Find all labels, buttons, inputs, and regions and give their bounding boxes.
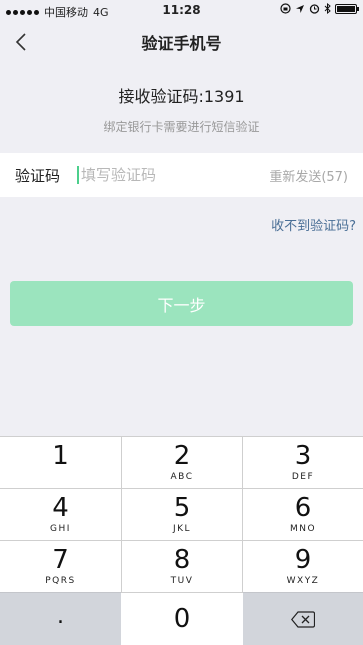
key-number: 4 (52, 493, 69, 523)
numeric-keypad: 1 2 ABC 3 DEF 4 GHI 5 JKL 6 MNO 7 PQRS 8… (0, 436, 363, 645)
status-bar: 中国移动 4G 11:28 (0, 0, 363, 20)
key-8[interactable]: 8 TUV (121, 540, 243, 592)
chevron-left-icon[interactable] (12, 31, 34, 53)
key-letters: JKL (172, 524, 192, 534)
key-letters: GHI (50, 524, 71, 534)
key-6[interactable]: 6 MNO (243, 488, 363, 540)
key-number: 2 (173, 441, 191, 471)
key-number: 8 (173, 545, 191, 575)
key-number: 7 (52, 545, 69, 575)
delete-key[interactable] (243, 592, 363, 645)
key-1[interactable]: 1 (0, 436, 121, 488)
key-letters: TUV (170, 576, 194, 586)
verification-subheading: 绑定银行卡需要进行短信验证 (103, 120, 260, 134)
key-5[interactable]: 5 JKL (121, 488, 243, 540)
key-2[interactable]: 2 ABC (121, 436, 243, 488)
key-number: 6 (294, 493, 312, 523)
key-letters: ABC (170, 472, 194, 482)
verification-heading: 接收验证码:1391 (118, 87, 245, 106)
bluetooth-icon (324, 3, 331, 14)
backspace-icon (291, 610, 315, 628)
resend-button[interactable]: 重新发送(57) (269, 166, 348, 185)
key-3[interactable]: 3 DEF (243, 436, 363, 488)
code-input[interactable] (81, 166, 241, 184)
battery-icon (335, 3, 359, 14)
code-label: 验证码 (15, 166, 61, 185)
key-number: 1 (52, 441, 69, 471)
text-cursor (77, 166, 79, 184)
key-letters: MNO (289, 524, 317, 534)
key-0[interactable]: 0 (121, 592, 243, 645)
key-number: . (57, 604, 64, 629)
key-letters: DEF (291, 472, 315, 482)
key-7[interactable]: 7 PQRS (0, 540, 121, 592)
location-icon (296, 4, 304, 13)
next-button[interactable]: 下一步 (10, 281, 353, 326)
alarm-icon (309, 4, 320, 14)
status-right (280, 3, 359, 14)
key-number: 5 (173, 493, 191, 523)
key-number: 9 (294, 545, 312, 575)
lock-rotation-icon (280, 3, 291, 14)
page-title: 验证手机号 (141, 34, 222, 53)
key-number: 3 (294, 441, 312, 471)
not-received-link[interactable]: 收不到验证码? (271, 215, 356, 234)
key-dot[interactable]: . (0, 592, 121, 645)
key-number: 0 (173, 604, 191, 634)
key-letters: WXYZ (286, 576, 320, 586)
key-4[interactable]: 4 GHI (0, 488, 121, 540)
code-input-row: 验证码 重新发送(57) (0, 153, 363, 197)
nav-bar: 验证手机号 (0, 20, 363, 64)
key-letters: PQRS (45, 576, 76, 586)
key-9[interactable]: 9 WXYZ (243, 540, 363, 592)
